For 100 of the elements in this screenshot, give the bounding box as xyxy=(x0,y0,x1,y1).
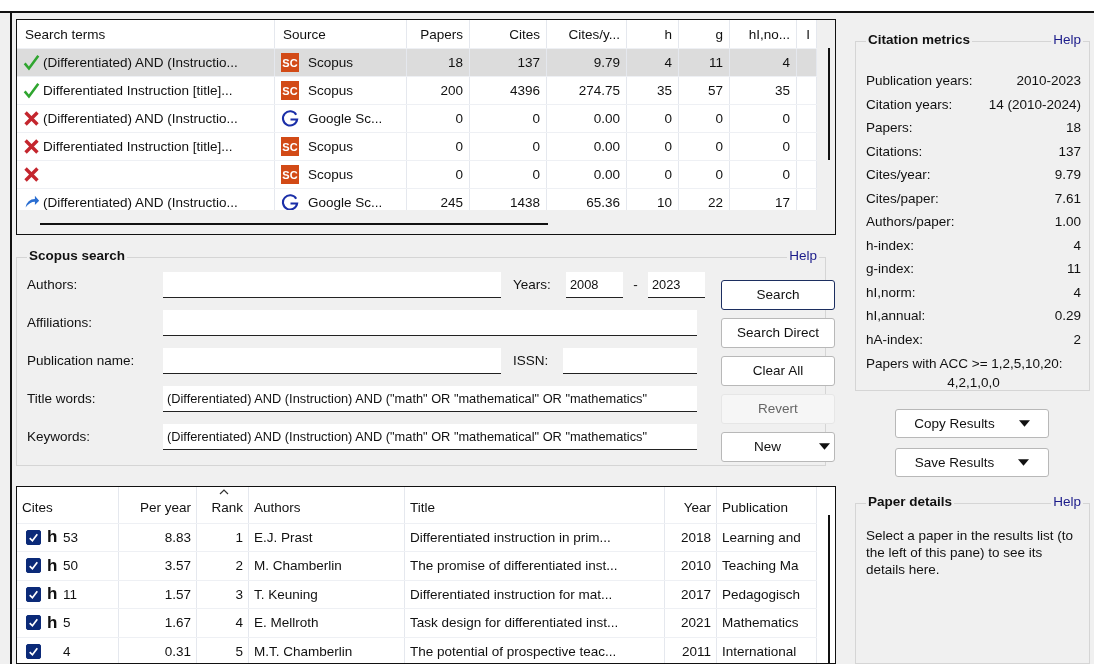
source-text: Scopus xyxy=(308,83,354,98)
metric-label: hA-index: xyxy=(866,331,924,347)
action-button[interactable]: Clear All xyxy=(721,355,835,386)
metric-label: Cites/year: xyxy=(866,167,931,183)
checkbox[interactable] xyxy=(26,529,41,545)
table-cell: 0 xyxy=(627,161,679,188)
table-cell: Differentiated instruction in prim... xyxy=(405,523,665,552)
column-header[interactable]: Cites/y... xyxy=(547,20,627,48)
field-label: Authors: xyxy=(27,277,79,293)
table-cell: 2018 xyxy=(665,523,717,552)
checkbox[interactable] xyxy=(26,586,41,602)
source-text: Scopus xyxy=(308,55,354,70)
year-from-field[interactable]: 2008 xyxy=(566,271,623,298)
table-cell: 0 xyxy=(730,161,797,188)
results-button[interactable]: Save Results xyxy=(895,448,1049,477)
table-cell: 0 xyxy=(470,105,547,132)
metric-value: 2 xyxy=(1073,331,1081,347)
action-button[interactable]: New xyxy=(721,431,835,462)
metric-value: 137 xyxy=(1058,143,1081,159)
query-row[interactable]: Differentiated Instruction [title]... SC Scopus 200 4396 274.75 35 57 35 xyxy=(17,77,817,105)
column-header[interactable]: Rank xyxy=(197,486,249,523)
table-cell: Task design for differentiated inst... xyxy=(405,609,665,637)
table-cell: 0.00 xyxy=(547,105,627,132)
query-row[interactable]: SC Scopus 0 0 0.00 0 0 0 xyxy=(17,161,817,189)
table-cell: 0 xyxy=(627,133,679,160)
source-logo: SC xyxy=(281,81,299,100)
column-header[interactable]: Authors xyxy=(249,486,405,523)
query-row[interactable]: Differentiated Instruction [title]... SC Scopus 0 0 0.00 0 0 0 xyxy=(17,133,817,161)
caret-icon xyxy=(1018,459,1030,466)
cites-count: 53 xyxy=(63,529,79,545)
group-title: Citation metrics xyxy=(866,32,973,47)
table-cell: 1.57 xyxy=(119,580,197,609)
table-cell: 0 xyxy=(679,161,730,188)
action-button[interactable]: Search xyxy=(721,279,835,310)
checkbox[interactable] xyxy=(26,615,41,631)
table-cell: 274.75 xyxy=(547,77,627,104)
metric-value: 9.79 xyxy=(1054,167,1081,183)
table-cell: 0 xyxy=(730,133,797,160)
table-cell: 0 xyxy=(730,105,797,132)
metric-value: 4,2,1,0,0 xyxy=(946,375,1001,390)
column-header[interactable]: I xyxy=(797,20,817,48)
h-core-marker: h xyxy=(47,555,57,576)
action-button[interactable]: Search Direct xyxy=(721,317,835,348)
table-cell: 2 xyxy=(197,552,249,580)
help-link[interactable]: Help xyxy=(1051,494,1083,509)
field-label: Keywords: xyxy=(27,429,92,445)
checkbox[interactable] xyxy=(26,643,41,659)
table-cell: 137 xyxy=(470,49,547,76)
help-link[interactable]: Help xyxy=(1051,32,1083,47)
table-cell: 3 xyxy=(197,580,249,609)
query-row[interactable]: (Differentiated) AND (Instructio... SC Scopus 18 137 9.79 4 11 4 xyxy=(17,49,817,77)
column-header[interactable]: Per year xyxy=(119,486,197,523)
table-cell: 5 xyxy=(197,637,249,663)
metric-label: Authors/paper: xyxy=(866,214,955,230)
results-button[interactable]: Copy Results xyxy=(895,409,1049,438)
column-header[interactable]: hI,no... xyxy=(730,20,797,48)
keywords-field[interactable]: (Differentiated) AND (Instruction) AND ("math" OR "mathematical" OR "mathematics" xyxy=(163,423,697,450)
column-header[interactable]: Cites xyxy=(470,20,547,48)
column-header[interactable]: Title xyxy=(405,486,665,523)
h-core-marker: h xyxy=(47,612,57,633)
google-icon xyxy=(281,193,300,210)
table-cell: 1.67 xyxy=(119,609,197,637)
column-header[interactable]: Papers xyxy=(407,20,470,48)
issn-field[interactable] xyxy=(563,347,697,374)
column-header[interactable]: Publication xyxy=(717,486,817,523)
group-title: Paper details xyxy=(866,494,955,509)
field-label: Affiliations: xyxy=(27,315,94,331)
table-cell: 1438 xyxy=(470,189,547,210)
column-header[interactable]: Search terms xyxy=(17,20,275,48)
table-cell: 0 xyxy=(470,161,547,188)
table-cell: 0 xyxy=(627,105,679,132)
column-header[interactable]: Source xyxy=(275,20,407,48)
field-label: Title words: xyxy=(27,391,97,407)
checkbox[interactable] xyxy=(26,558,41,574)
h-core-marker: h xyxy=(47,584,57,605)
source-text: Google Sc... xyxy=(308,111,383,126)
source-text: Scopus xyxy=(308,167,354,182)
query-row[interactable]: (Differentiated) AND (Instructio... Google Sc... 245 1438 65.36 10 22 17 xyxy=(17,189,817,210)
source-logo: SC xyxy=(281,165,299,184)
table-cell: M. Chamberlin xyxy=(249,552,405,580)
column-header[interactable]: h xyxy=(627,20,679,48)
column-header[interactable]: Year xyxy=(665,486,717,523)
table-cell: 35 xyxy=(730,77,797,104)
cites-count: 50 xyxy=(63,558,79,574)
table-cell: 35 xyxy=(627,77,679,104)
affiliations-field[interactable] xyxy=(163,309,697,336)
table-cell: E. Mellroth xyxy=(249,609,405,637)
table-cell: 11 xyxy=(679,49,730,76)
column-header[interactable]: Cites xyxy=(17,486,119,523)
authors-field[interactable] xyxy=(163,271,501,298)
table-cell: 4 xyxy=(627,49,679,76)
search-terms-text: (Differentiated) AND (Instructio... xyxy=(43,55,238,70)
publication-field[interactable] xyxy=(163,347,501,374)
column-header[interactable]: g xyxy=(679,20,730,48)
title-words-field[interactable]: (Differentiated) AND (Instruction) AND ("math" OR "mathematical" OR "mathematics" xyxy=(163,385,697,412)
year-to-field[interactable]: 2023 xyxy=(648,271,705,298)
table-cell: 3.57 xyxy=(119,552,197,580)
query-row[interactable]: (Differentiated) AND (Instructio... Google Sc... 0 0 0.00 0 0 0 xyxy=(17,105,817,133)
table-cell: The promise of differentiated inst... xyxy=(405,552,665,580)
table-cell: 8.83 xyxy=(119,523,197,552)
